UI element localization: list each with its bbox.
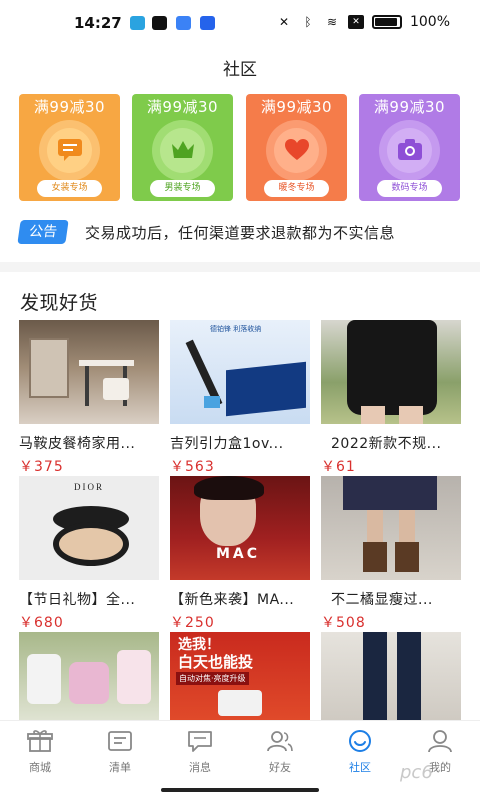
promo-label: 暖冬专场 [264,180,329,197]
telegram-icon [130,16,145,30]
promo-title: 满99减30 [373,98,446,116]
promo-card-womens[interactable]: 满99减30 女装专场 [19,94,120,201]
product-card[interactable]: 不二橘显瘦过... ￥508 [321,476,461,632]
notice-text: 交易成功后，任何渠道要求退款都为不实信息 [85,223,396,242]
tab-label: 商城 [29,761,51,774]
product-name: 不二橘显瘦过... [331,592,433,608]
product-image: 德铂锋 利落收纳 [170,320,310,424]
product-brand-text: DIOR [74,482,104,492]
tiktok-icon [152,16,167,30]
promo-title: 满99减30 [33,98,106,116]
product-image: MAC [170,476,310,580]
tab-messages[interactable]: 消息 [170,729,230,775]
tab-label: 好友 [269,761,291,774]
product-tag-text: 自动对焦·亮度升级 [176,672,249,685]
sim-icon: ✕ [347,15,364,29]
gift-icon [27,730,53,752]
promo-icon-circle [387,128,432,173]
product-card[interactable] [19,632,159,720]
product-name: 【节日礼物】全... [19,592,136,608]
tab-friends[interactable]: 好友 [250,729,310,775]
profile-icon [428,730,452,753]
product-card[interactable]: MAC 【新色来袭】MA... ￥250 [170,476,310,632]
tab-list[interactable]: 清单 [90,729,150,775]
heart-icon [285,139,309,160]
chat-icon [188,731,212,752]
product-banner-text: 德铂锋 利落收纳 [210,325,262,333]
home-indicator[interactable] [161,788,319,792]
product-price: ￥61 [321,459,356,475]
app-icon [176,16,191,30]
product-name: 吉列引力盒1ov... [170,436,284,452]
section-title: 发现好货 [20,292,99,314]
product-image [321,632,461,720]
product-brand-text: MAC [216,546,261,562]
crown-icon [172,141,194,158]
product-name: 马鞍皮餐椅家用... [19,436,136,452]
product-image [19,320,159,424]
product-price: ￥375 [19,459,64,475]
product-image: 选我！ 白天也能投 自动对焦·亮度升级 [170,632,310,720]
promo-card-digital[interactable]: 满99减30 数码专场 [359,94,460,201]
product-image [321,476,461,580]
promo-card-winter[interactable]: 满99减30 暖冬专场 [246,94,347,201]
promo-icon-circle [274,128,319,173]
product-name: 【新色来袭】MA... [170,592,295,608]
product-card[interactable]: DIOR 【节日礼物】全... ￥680 [19,476,159,632]
friends-icon [267,731,293,752]
bluetooth-icon: ᛒ [304,15,312,29]
promo-icon-circle [47,128,92,173]
tab-mall[interactable]: 商城 [10,729,70,775]
camera-icon [398,139,422,160]
product-price: ￥680 [19,615,64,631]
product-price: ￥250 [170,615,215,631]
mute-icon: ✕ [278,15,289,29]
tab-community[interactable]: 社区 [330,729,390,775]
status-time: 14:27 [74,14,122,32]
status-bar: 14:27 ✕ ᛒ ≋ ✕ 100% [0,0,480,46]
notice-bar[interactable]: 公告 交易成功后，任何渠道要求退款都为不实信息 [17,220,396,244]
notice-tag: 公告 [17,220,69,244]
app-icon [200,16,215,30]
wifi-icon: ≋ [326,15,337,29]
promo-label: 数码专场 [377,180,442,197]
message-icon [58,139,82,161]
section-divider [0,262,480,272]
tab-label: 清单 [109,761,131,774]
page-title: 社区 [223,60,257,80]
product-card[interactable]: 2022新款不规... ￥61 [321,320,461,476]
tab-label: 社区 [349,761,371,774]
tab-label: 消息 [189,761,211,774]
product-card[interactable] [321,632,461,720]
promo-title: 满99减30 [260,98,333,116]
promo-label: 男装专场 [150,180,215,197]
community-icon [349,730,371,752]
promo-title: 满99减30 [146,98,219,116]
battery-icon [371,15,402,29]
promo-card-mens[interactable]: 满99减30 男装专场 [132,94,233,201]
product-image [19,632,159,720]
watermark: pc6 [400,762,433,783]
promo-label: 女装专场 [37,180,102,197]
product-card[interactable]: 马鞍皮餐椅家用... ￥375 [19,320,159,476]
product-image [321,320,461,424]
product-image: DIOR [19,476,159,580]
product-card[interactable]: 德铂锋 利落收纳 吉列引力盒1ov... ￥563 [170,320,310,476]
product-price: ￥563 [170,459,215,475]
product-price: ￥508 [321,615,366,631]
promo-icon-circle [160,128,205,173]
product-name: 2022新款不规... [331,436,442,452]
list-icon [108,731,132,751]
product-card[interactable]: 选我！ 白天也能投 自动对焦·亮度升级 [170,632,310,720]
product-headline: 白天也能投 [178,653,254,671]
battery-percent: 100% [409,14,450,30]
